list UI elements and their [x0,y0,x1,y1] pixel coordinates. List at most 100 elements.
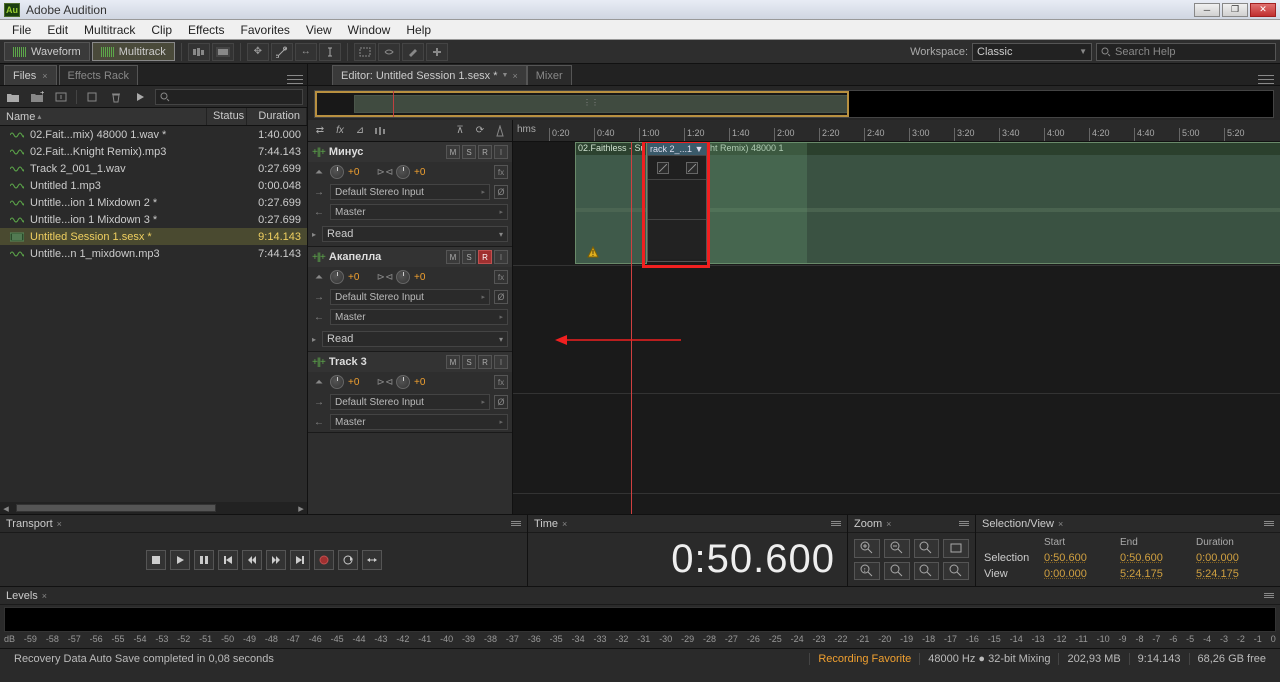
tool-slip[interactable]: ↔ [295,43,317,61]
tool-marquee[interactable] [354,43,376,61]
zoom-menu[interactable] [959,521,969,526]
volume-knob[interactable] [330,165,344,179]
solo-button[interactable]: S [462,145,476,159]
ffwd-button[interactable] [266,550,286,570]
col-name[interactable]: Name▴ [0,108,207,125]
play-button[interactable] [170,550,190,570]
pan-value[interactable]: +0 [414,272,440,283]
menu-effects[interactable]: Effects [180,21,232,39]
output-dropdown[interactable]: Master▸ [330,204,508,220]
playhead[interactable] [631,142,632,514]
automation-dropdown[interactable]: Read▾ [322,226,508,242]
file-row[interactable]: 02.Fait...mix) 48000 1.wav *1:40.000 [0,126,307,143]
maximize-button[interactable]: ❐ [1222,3,1248,17]
file-row[interactable]: Untitled 1.mp30:00.048 [0,177,307,194]
time-menu[interactable] [831,521,841,526]
zoom-in-h[interactable] [854,539,880,558]
zoom-full[interactable] [914,539,940,558]
insert-button[interactable] [83,89,101,105]
time-ruler[interactable]: hms 0:200:401:001:201:402:002:202:403:00… [513,120,1280,141]
tool-lasso[interactable] [378,43,400,61]
pan-value[interactable]: +0 [414,167,440,178]
new-file-button[interactable]: + [28,89,46,105]
zoom-in-v[interactable]: ↕ [854,562,880,581]
menu-help[interactable]: Help [398,21,439,39]
monitor-button[interactable]: I [494,250,508,264]
tab-effects-rack[interactable]: Effects Rack [59,65,139,85]
tool-healing[interactable] [426,43,448,61]
col-status[interactable]: Status [207,108,247,125]
arm-record-button[interactable]: R [478,250,492,264]
fx-label[interactable]: fx [332,123,348,139]
volume-value[interactable]: +0 [348,272,374,283]
toggle-inputs-icon[interactable]: ⇄ [312,123,328,139]
tool-razor[interactable] [271,43,293,61]
tool-spectral-2[interactable] [212,43,234,61]
volume-value[interactable]: +0 [348,377,374,388]
editor-panel-menu[interactable] [1258,73,1274,85]
menu-favorites[interactable]: Favorites [233,21,298,39]
tool-move[interactable]: ✥ [247,43,269,61]
auto-expand-icon[interactable]: ▸ [312,335,316,344]
arm-record-button[interactable]: R [478,145,492,159]
levels-menu[interactable] [1264,593,1274,598]
play-file-button[interactable] [131,89,149,105]
mute-button[interactable]: M [446,355,460,369]
clip-faithless-a[interactable]: 02.Faithless - Sun [575,142,647,264]
track-name[interactable]: Минус [329,146,442,158]
volume-value[interactable]: +0 [348,167,374,178]
search-help[interactable]: Search Help [1096,43,1276,61]
pan-knob[interactable] [396,270,410,284]
track-name[interactable]: Акапелла [329,251,442,263]
tool-time-select[interactable] [319,43,341,61]
rewind-button[interactable] [242,550,262,570]
auto-expand-icon[interactable]: ▸ [312,230,316,239]
input-fx-button[interactable]: Ø [494,185,508,199]
input-dropdown[interactable]: Default Stereo Input▸ [330,394,490,410]
input-dropdown[interactable]: Default Stereo Input▸ [330,289,490,305]
view-end[interactable]: 5:24.175 [1120,568,1196,580]
eq-icon[interactable] [372,123,388,139]
stop-button[interactable] [146,550,166,570]
filter-input[interactable] [155,89,303,105]
volume-knob[interactable] [330,270,344,284]
menu-view[interactable]: View [298,21,340,39]
file-row[interactable]: Untitle...n 1_mixdown.mp37:44.143 [0,245,307,262]
menu-edit[interactable]: Edit [39,21,76,39]
mode-waveform[interactable]: Waveform [4,42,90,61]
snap-icon[interactable]: ⊼ [452,123,468,139]
volume-knob[interactable] [330,375,344,389]
tool-spectral-1[interactable] [188,43,210,61]
timeline-overview[interactable]: ⋮⋮ [314,90,1274,118]
wrap-icon[interactable]: ⟳ [472,123,488,139]
sel-start[interactable]: 0:50.600 [1044,552,1120,564]
close-button[interactable]: ✕ [1250,3,1276,17]
zoom-selection[interactable] [943,539,969,558]
menu-file[interactable]: File [4,21,39,39]
mute-button[interactable]: M [446,250,460,264]
solo-button[interactable]: S [462,250,476,264]
menu-clip[interactable]: Clip [143,21,180,39]
col-duration[interactable]: Duration [247,108,307,125]
zoom-out-h[interactable] [884,539,910,558]
metro-icon[interactable] [492,123,508,139]
files-hscroll[interactable]: ◂▸ [0,502,307,514]
output-dropdown[interactable]: Master▸ [330,309,508,325]
tab-files[interactable]: Files× [4,65,57,85]
workspace-dropdown[interactable]: Classic▼ [972,43,1092,61]
skip-selection-button[interactable] [362,550,382,570]
pan-knob[interactable] [396,165,410,179]
file-row[interactable]: 02.Fait...Knight Remix).mp37:44.143 [0,143,307,160]
track-name[interactable]: Track 3 [329,356,442,368]
editor-tab-mixer[interactable]: Mixer [527,65,572,85]
minimize-button[interactable]: ─ [1194,3,1220,17]
skip-end-button[interactable] [290,550,310,570]
fx-rack-button[interactable]: fx [494,375,508,389]
fx-rack-button[interactable]: fx [494,270,508,284]
pan-value[interactable]: +0 [414,377,440,388]
solo-button[interactable]: S [462,355,476,369]
file-row[interactable]: Untitle...ion 1 Mixdown 3 *0:27.699 [0,211,307,228]
zoom-out-pt[interactable] [943,562,969,581]
arm-record-button[interactable]: R [478,355,492,369]
trash-button[interactable] [107,89,125,105]
